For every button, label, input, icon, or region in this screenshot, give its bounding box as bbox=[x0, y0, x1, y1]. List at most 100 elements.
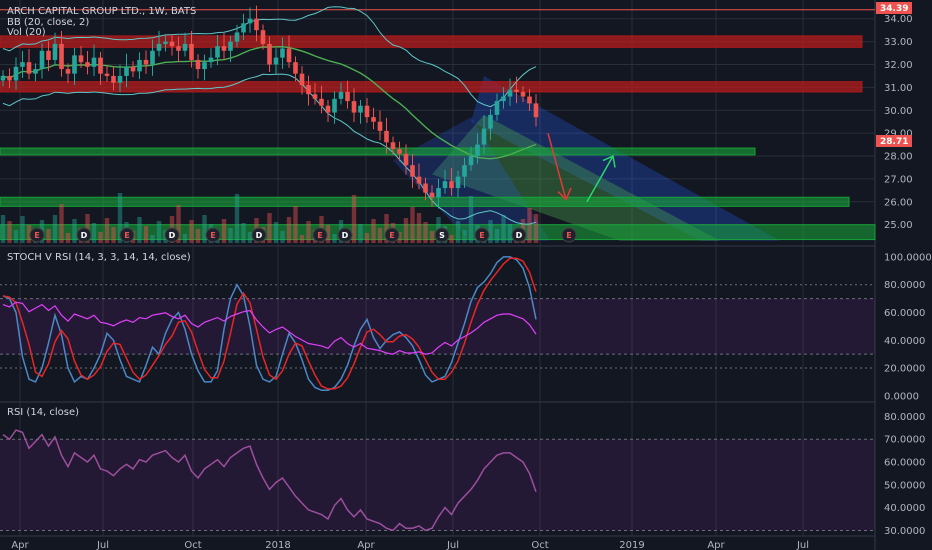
candle-body bbox=[26, 62, 32, 74]
candle-body bbox=[325, 105, 331, 113]
candle-body bbox=[533, 103, 539, 118]
chart-canvas[interactable]: Apr Jul Oct 2018 Apr Jul Oct 2019 Apr Jul E D E D E D E… bbox=[0, 0, 932, 550]
candle-body bbox=[358, 105, 363, 113]
candle-body bbox=[364, 105, 370, 118]
volume-bar bbox=[501, 215, 506, 243]
candle-body bbox=[319, 98, 324, 106]
volume-bar bbox=[189, 220, 194, 243]
volume-bar bbox=[143, 226, 149, 243]
candle-body bbox=[332, 98, 337, 113]
candle-body bbox=[345, 91, 350, 102]
resistance-zone-upper bbox=[0, 35, 863, 48]
candle-body bbox=[416, 176, 422, 184]
candle-body bbox=[254, 18, 259, 31]
volume-bar bbox=[91, 223, 97, 243]
y-tick-label: 28.00 bbox=[884, 152, 913, 163]
candle-body bbox=[65, 69, 71, 74]
volume-bar bbox=[273, 222, 279, 243]
earnings-marker-label: E bbox=[566, 231, 571, 240]
volume-bar bbox=[507, 224, 513, 243]
earnings-marker-label: S bbox=[439, 231, 445, 240]
earnings-marker-label: E bbox=[389, 231, 394, 240]
volume-bar bbox=[156, 221, 162, 243]
candle-body bbox=[0, 75, 6, 81]
volume-bar bbox=[267, 213, 272, 243]
volume-bar bbox=[46, 229, 51, 243]
volume-bar bbox=[234, 194, 240, 243]
volume-bar bbox=[98, 232, 103, 243]
earnings-marker-label: E bbox=[479, 231, 484, 240]
volume-bar bbox=[221, 219, 227, 243]
volume-bar bbox=[306, 221, 311, 243]
candle-body bbox=[423, 183, 428, 193]
x-tick-label: Oct bbox=[184, 540, 201, 550]
symbol-title: ARCH CAPITAL GROUP LTD., 1W, BATS bbox=[7, 6, 196, 17]
candle-body bbox=[72, 55, 77, 74]
candle-body bbox=[228, 41, 233, 51]
candle-body bbox=[501, 96, 506, 102]
candle-body bbox=[306, 85, 311, 95]
candle-body bbox=[46, 50, 51, 60]
rsi-legend: RSI (14, close) bbox=[7, 407, 79, 418]
candle-body bbox=[163, 41, 168, 44]
candle-body bbox=[221, 46, 227, 51]
candle-body bbox=[397, 149, 402, 154]
candle-body bbox=[475, 144, 480, 157]
candle-body bbox=[13, 66, 19, 81]
y-tick-label: 32.00 bbox=[884, 60, 913, 71]
volume-bar bbox=[351, 195, 357, 243]
candle-body bbox=[59, 43, 64, 70]
volume-bar bbox=[137, 217, 142, 243]
x-tick-label: Apr bbox=[707, 540, 725, 550]
volume-bar bbox=[293, 206, 298, 243]
volume-bar bbox=[494, 229, 500, 243]
candle-body bbox=[7, 75, 12, 81]
candle-body bbox=[85, 62, 90, 67]
candle-body bbox=[104, 73, 110, 76]
stoch-legend: STOCH V RSI (14, 3, 3, 14, 14, close) bbox=[7, 252, 191, 263]
candle-body bbox=[351, 101, 357, 113]
volume-bar bbox=[52, 215, 58, 243]
candle-body bbox=[111, 75, 116, 83]
volume-bar bbox=[202, 215, 207, 243]
candle-body bbox=[449, 181, 454, 189]
volume-bar bbox=[423, 222, 428, 243]
volume-bar bbox=[111, 227, 116, 243]
x-tick-label: Apr bbox=[11, 540, 29, 550]
candle-body bbox=[33, 69, 38, 74]
rsi-tick-label: 60.0000 bbox=[884, 458, 925, 469]
stoch-rsi-pane bbox=[0, 256, 875, 392]
candle-body bbox=[494, 101, 500, 115]
candle-body bbox=[286, 48, 292, 63]
volume-bar bbox=[59, 204, 64, 243]
candle-body bbox=[130, 66, 136, 72]
earnings-marker-label: E bbox=[124, 231, 129, 240]
volume-bar bbox=[416, 213, 422, 243]
y-tick-label: 30.00 bbox=[884, 106, 913, 117]
volume-bar bbox=[403, 218, 409, 243]
y-tick-label: 26.00 bbox=[884, 197, 913, 208]
rsi-pane bbox=[0, 429, 875, 532]
stoch-tick-label: 0.0000 bbox=[884, 391, 919, 402]
candle-body bbox=[247, 18, 253, 24]
rsi-tick-label: 40.0000 bbox=[884, 503, 925, 514]
volume-bar bbox=[429, 231, 435, 243]
price-axis[interactable]: 25.0026.0027.0028.0029.0030.0031.0032.00… bbox=[884, 14, 932, 537]
x-tick-label: Jul bbox=[796, 540, 809, 550]
volume-bar bbox=[533, 214, 539, 243]
candle-body bbox=[260, 30, 266, 44]
high-price-tag-text: 34.39 bbox=[880, 4, 908, 14]
y-tick-label: 31.00 bbox=[884, 83, 913, 94]
candle-body bbox=[403, 153, 409, 166]
candle-body bbox=[488, 114, 493, 129]
volume-bar bbox=[182, 234, 188, 243]
volume-bar bbox=[20, 216, 25, 243]
rsi-tick-label: 80.0000 bbox=[884, 412, 925, 423]
candle-body bbox=[208, 57, 214, 63]
volume-bar bbox=[0, 215, 6, 243]
candle-body bbox=[195, 59, 201, 70]
volume-bar bbox=[241, 223, 246, 243]
volume-bar bbox=[371, 219, 376, 243]
candle-body bbox=[52, 43, 58, 60]
rsi-tick-label: 50.0000 bbox=[884, 480, 925, 491]
